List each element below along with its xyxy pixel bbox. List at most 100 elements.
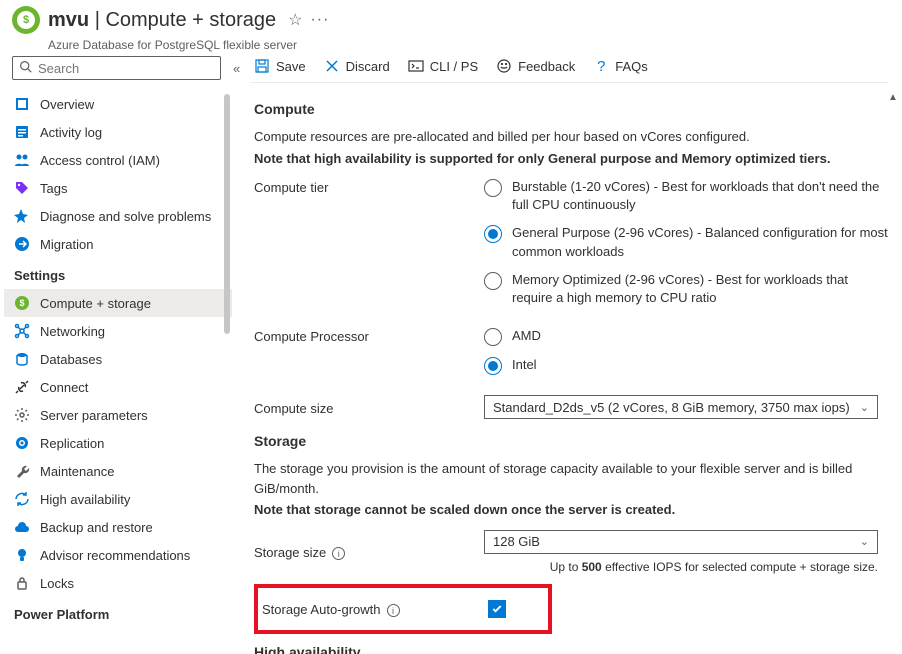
question-icon: ? xyxy=(593,58,609,74)
compute-tier-radio-0[interactable] xyxy=(484,179,502,197)
locks-icon xyxy=(14,575,30,591)
dollar-icon: $ xyxy=(17,11,35,29)
storage-note: Note that storage cannot be scaled down … xyxy=(254,502,675,517)
sidebar-item-label: High availability xyxy=(40,492,130,507)
sidebar-item-label: Connect xyxy=(40,380,88,395)
compute-tier-radio-1[interactable] xyxy=(484,225,502,243)
sidebar-item-compute[interactable]: $ Compute + storage xyxy=(4,289,232,317)
feedback-icon xyxy=(496,58,512,74)
sidebar-item-ha[interactable]: High availability xyxy=(4,485,232,513)
sidebar-item-label: Tags xyxy=(40,181,67,196)
sidebar-item-params[interactable]: Server parameters xyxy=(4,401,232,429)
more-menu-icon[interactable]: ··· xyxy=(310,11,329,29)
sidebar-item-label: Maintenance xyxy=(40,464,114,479)
compute-tier-radio-label: General Purpose (2-96 vCores) - Balanced… xyxy=(512,224,888,260)
save-button[interactable]: Save xyxy=(254,58,306,74)
migration-icon xyxy=(14,236,30,252)
storage-heading: Storage xyxy=(254,433,888,449)
diagnose-icon xyxy=(14,208,30,224)
sidebar: « OverviewActivity logAccess control (IA… xyxy=(0,52,232,654)
sidebar-item-label: Compute + storage xyxy=(40,296,151,311)
compute-processor-radio-label: Intel xyxy=(512,356,537,374)
cli-icon xyxy=(408,58,424,74)
compute-processor-label: Compute Processor xyxy=(254,327,484,344)
maint-icon xyxy=(14,463,30,479)
content-scrollbar[interactable]: ▲ xyxy=(888,92,898,654)
connect-icon xyxy=(14,379,30,395)
ha-icon xyxy=(14,491,30,507)
save-icon xyxy=(254,58,270,74)
sidebar-section-power: Power Platform xyxy=(4,597,232,628)
storage-autogrowth-checkbox[interactable] xyxy=(488,600,506,618)
resource-name: mvu xyxy=(48,9,89,31)
activity-icon xyxy=(14,124,30,140)
sidebar-item-label: Migration xyxy=(40,237,93,252)
network-icon xyxy=(14,323,30,339)
sidebar-nav: Overview Activity log Access control (IAM)… xyxy=(4,90,232,654)
compute-processor-radio-0[interactable] xyxy=(484,328,502,346)
sidebar-scrollbar[interactable] xyxy=(222,90,232,654)
storage-size-select[interactable]: 128 GiB ⌄ xyxy=(484,530,878,554)
sidebar-item-backup[interactable]: Backup and restore xyxy=(4,513,232,541)
chevron-down-icon: ⌄ xyxy=(860,535,869,548)
search-input[interactable] xyxy=(38,61,214,76)
page-subtitle: Azure Database for PostgreSQL flexible s… xyxy=(0,38,902,52)
info-icon[interactable]: i xyxy=(387,604,400,617)
svg-text:$: $ xyxy=(19,298,24,308)
info-icon[interactable]: i xyxy=(332,547,345,560)
compute-processor-radio-label: AMD xyxy=(512,327,541,345)
resource-icon: $ xyxy=(12,6,40,34)
sidebar-item-label: Advisor recommendations xyxy=(40,548,190,563)
compute-size-select[interactable]: Standard_D2ds_v5 (2 vCores, 8 GiB memory… xyxy=(484,395,878,419)
compute-size-label: Compute size xyxy=(254,399,484,416)
sidebar-item-network[interactable]: Networking xyxy=(4,317,232,345)
storage-autogrowth-label: Storage Auto-growthi xyxy=(258,600,488,618)
sidebar-item-label: Diagnose and solve problems xyxy=(40,209,211,224)
main-content: Save Discard CLI / PS Feedback xyxy=(232,52,902,654)
sidebar-item-advisor[interactable]: Advisor recommendations xyxy=(4,541,232,569)
chevron-down-icon: ⌄ xyxy=(860,401,869,414)
sidebar-item-migration[interactable]: Migration xyxy=(4,230,232,258)
compute-tier-radio-label: Memory Optimized (2-96 vCores) - Best fo… xyxy=(512,271,888,307)
sidebar-item-label: Overview xyxy=(40,97,94,112)
ha-heading: High availability xyxy=(254,644,888,654)
discard-icon xyxy=(324,58,340,74)
sidebar-item-label: Access control (IAM) xyxy=(40,153,160,168)
compute-tier-radio-label: Burstable (1-20 vCores) - Best for workl… xyxy=(512,178,888,214)
feedback-button[interactable]: Feedback xyxy=(496,58,575,74)
sidebar-item-activity[interactable]: Activity log xyxy=(4,118,232,146)
sidebar-item-locks[interactable]: Locks xyxy=(4,569,232,597)
favorite-star-icon[interactable]: ☆ xyxy=(288,10,302,30)
discard-button[interactable]: Discard xyxy=(324,58,390,74)
sidebar-item-connect[interactable]: Connect xyxy=(4,373,232,401)
sidebar-item-overview[interactable]: Overview xyxy=(4,90,232,118)
sidebar-item-iam[interactable]: Access control (IAM) xyxy=(4,146,232,174)
highlight-box: Storage Auto-growthi xyxy=(254,584,552,634)
sidebar-section-settings: Settings xyxy=(4,258,232,289)
tags-icon xyxy=(14,180,30,196)
faqs-button[interactable]: ? FAQs xyxy=(593,58,648,74)
compute-processor-radio-1[interactable] xyxy=(484,357,502,375)
compute-tier-radio-2[interactable] xyxy=(484,272,502,290)
sidebar-item-label: Backup and restore xyxy=(40,520,153,535)
advisor-icon xyxy=(14,547,30,563)
scroll-up-icon[interactable]: ▲ xyxy=(888,92,898,103)
sidebar-item-db[interactable]: Databases xyxy=(4,345,232,373)
storage-size-label: Storage sizei xyxy=(254,543,484,561)
sidebar-item-tags[interactable]: Tags xyxy=(4,174,232,202)
sidebar-item-maint[interactable]: Maintenance xyxy=(4,457,232,485)
compute-desc: Compute resources are pre-allocated and … xyxy=(254,127,888,147)
compute-tier-label: Compute tier xyxy=(254,178,484,195)
storage-desc: The storage you provision is the amount … xyxy=(254,459,888,498)
overview-icon xyxy=(14,96,30,112)
sidebar-item-repl[interactable]: Replication xyxy=(4,429,232,457)
cli-button[interactable]: CLI / PS xyxy=(408,58,478,74)
search-icon xyxy=(19,60,32,76)
sidebar-item-diagnose[interactable]: Diagnose and solve problems xyxy=(4,202,232,230)
db-icon xyxy=(14,351,30,367)
compute-note: Note that high availability is supported… xyxy=(254,151,830,166)
iops-note: Up to 500 effective IOPS for selected co… xyxy=(484,560,878,574)
repl-icon xyxy=(14,435,30,451)
page-header: $ mvu | Compute + storage ☆ ··· xyxy=(0,0,902,42)
sidebar-search[interactable] xyxy=(12,56,221,80)
